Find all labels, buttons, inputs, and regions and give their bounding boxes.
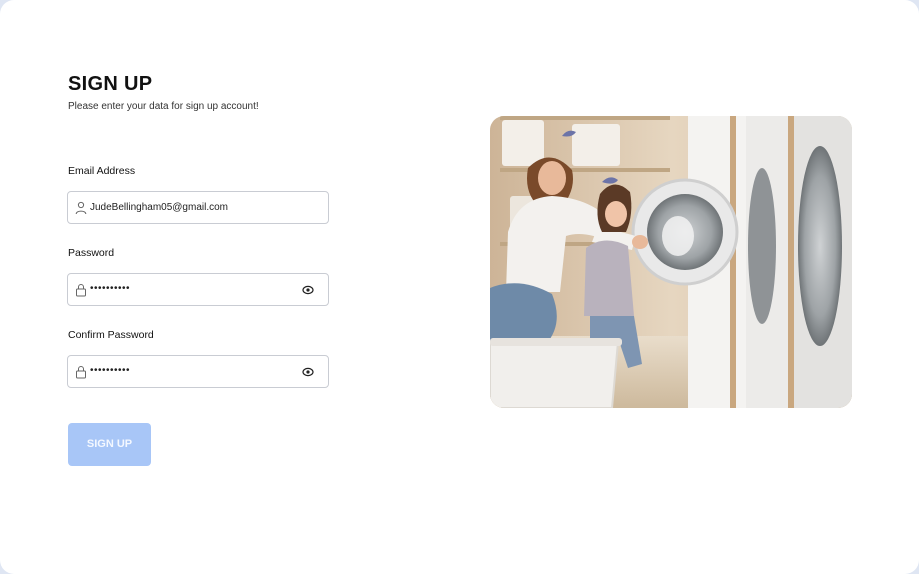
page-subtitle: Please enter your data for sign up accou… <box>68 101 259 112</box>
password-value: •••••••••• <box>90 283 131 294</box>
email-field[interactable]: JudeBellingham05@gmail.com <box>67 191 329 224</box>
eye-icon[interactable] <box>302 366 314 378</box>
lock-icon <box>76 366 86 379</box>
password-label: Password <box>68 247 115 259</box>
signup-card: SIGN UP Please enter your data for sign … <box>0 0 919 574</box>
confirm-password-value: •••••••••• <box>90 365 131 376</box>
confirm-password-field[interactable]: •••••••••• <box>67 355 329 388</box>
email-value: JudeBellingham05@gmail.com <box>90 202 228 213</box>
signup-button[interactable]: SIGN UP <box>68 423 151 466</box>
email-label: Email Address <box>68 165 136 177</box>
confirm-password-label: Confirm Password <box>68 329 154 341</box>
user-icon <box>75 201 87 215</box>
page-title: SIGN UP <box>68 73 153 95</box>
eye-icon[interactable] <box>302 284 314 296</box>
lock-icon <box>76 284 86 297</box>
password-field[interactable]: •••••••••• <box>67 273 329 306</box>
laundry-photo <box>490 116 852 408</box>
